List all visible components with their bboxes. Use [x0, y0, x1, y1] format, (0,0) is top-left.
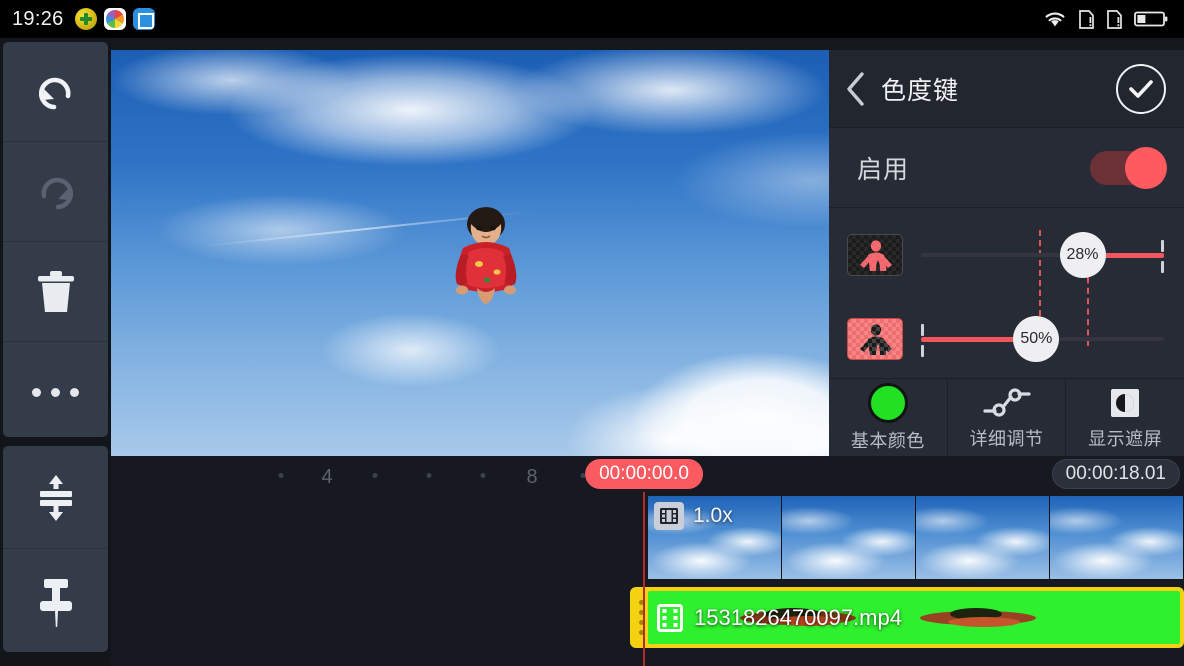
key-level-slider-row: 28%: [829, 222, 1184, 288]
blend-track[interactable]: 50%: [921, 316, 1164, 362]
expand-vertical-icon: [39, 475, 72, 521]
overlay-clip-label: 1531826470097.mp4: [648, 603, 902, 633]
overlay-video-track[interactable]: 1531826470097.mp4: [630, 587, 1184, 648]
timeline-thumbnail: [782, 496, 916, 579]
more-button[interactable]: [3, 342, 108, 437]
trash-icon: [37, 270, 74, 312]
ruler-dot-3: [426, 473, 432, 478]
preview-subject-child: [455, 207, 517, 304]
tool-rail-group-primary: [3, 42, 108, 437]
film-strip-icon: [654, 502, 684, 530]
enable-label: 启用: [857, 155, 910, 184]
apply-button[interactable]: [1116, 63, 1166, 114]
blend-thumb[interactable]: 50%: [1013, 316, 1060, 362]
overlay-clip-filename: 1531826470097.mp4: [694, 604, 902, 630]
wifi-icon: [1045, 12, 1065, 27]
timeline[interactable]: 4 8 00:00:00.0 00:00:18.01 1.0x 15318264…: [111, 456, 1184, 666]
timeline-ruler[interactable]: 4 8 00:00:00.0 00:00:18.01: [111, 456, 1184, 492]
film-strip-glyph-2: [657, 603, 683, 632]
ruler-dot: [278, 473, 284, 478]
toggle-knob: [1125, 146, 1167, 189]
tab-basic-color-label: 基本颜色: [850, 430, 925, 451]
tab-detailed-adjust[interactable]: 详细调节: [948, 379, 1067, 456]
panel-header: 色度键: [829, 50, 1184, 128]
green-plus-app-icon: [74, 8, 97, 30]
timeline-thumbnail: [1050, 496, 1184, 579]
ruler-dot-2: [372, 473, 378, 478]
red-figure-dark-thumbnail[interactable]: [847, 318, 903, 360]
tab-show-mask[interactable]: 显示遮屏: [1066, 379, 1184, 456]
more-dots-icon: [32, 387, 79, 397]
clip-waveform-blob-2: [920, 607, 1036, 627]
tool-rail-group-secondary: [3, 446, 108, 652]
check-icon: [1129, 79, 1153, 98]
battery-icon: [1134, 11, 1168, 27]
redo-icon: [40, 177, 73, 209]
curve-nodes-icon: [982, 387, 1031, 417]
chevron-left-icon[interactable]: [845, 71, 867, 107]
green-color-circle-icon: [867, 382, 908, 423]
slider-end-tick-top: [1161, 240, 1164, 252]
contrast-square-icon: [1111, 388, 1140, 417]
delete-button[interactable]: [3, 242, 108, 342]
panel-tabs: 基本颜色 详细调节 显示遮屏: [829, 378, 1184, 456]
tool-rail: [0, 38, 111, 666]
figure-silhouette-icon-2: [860, 324, 892, 355]
figure-silhouette-icon: [860, 240, 892, 271]
panel-title: 色度键: [881, 76, 960, 105]
tab-detailed-adjust-label: 详细调节: [969, 428, 1044, 449]
chroma-key-panel: 色度键 启用 28% 50% 基本颜色 详细调节 显示遮屏: [829, 50, 1184, 456]
slider-start-tick-bottom: [921, 345, 924, 357]
playhead-line[interactable]: [643, 492, 645, 666]
dark-figure-red-thumbnail[interactable]: [847, 234, 903, 276]
rainbow-color-app-icon: [103, 8, 126, 30]
blue-scan-app-icon: [132, 8, 155, 30]
undo-icon: [38, 77, 71, 109]
expand-tracks-button[interactable]: [3, 446, 108, 549]
enable-toggle[interactable]: [1090, 146, 1167, 189]
playhead-time-badge[interactable]: 00:00:00.0: [585, 459, 703, 489]
total-duration-badge: 00:00:18.01: [1051, 459, 1180, 489]
timeline-thumbnail: [916, 496, 1050, 579]
slider-start-tick-top: [921, 324, 924, 336]
blend-slider-row: 50%: [829, 306, 1184, 372]
system-icons: [1043, 9, 1172, 30]
film-strip-icon-2: [656, 603, 684, 633]
tab-show-mask-label: 显示遮屏: [1088, 428, 1163, 449]
key-level-thumb[interactable]: 28%: [1059, 232, 1106, 278]
ruler-mark-4: 4: [321, 466, 333, 488]
pin-icon: [39, 578, 72, 627]
status-bar: 19:26: [0, 0, 1184, 38]
undo-button[interactable]: [3, 42, 108, 142]
film-strip-glyph: [660, 508, 678, 524]
sim-missing-icon-2: [1107, 9, 1122, 29]
sim-missing-icon: [1079, 9, 1094, 29]
pin-button[interactable]: [3, 549, 108, 652]
speed-label: 1.0x: [693, 504, 733, 527]
speed-badge: 1.0x: [654, 502, 733, 530]
video-preview[interactable]: [111, 50, 829, 456]
status-clock: 19:26: [12, 7, 64, 30]
video-editor-app: 19:26 色度键 启用 28% 50% 基本颜色 详细调节 显示遮屏 4 8 …: [0, 0, 1184, 666]
ruler-mark-8: 8: [526, 466, 538, 488]
background-video-track[interactable]: 1.0x: [648, 496, 1184, 579]
slider-end-tick-bottom: [1161, 261, 1164, 273]
enable-row: 启用: [829, 128, 1184, 208]
key-level-track[interactable]: 28%: [921, 232, 1164, 278]
ruler-dot-4: [480, 473, 486, 478]
redo-button[interactable]: [3, 142, 108, 242]
notification-icons: [74, 8, 155, 30]
slider-section: 28% 50%: [829, 208, 1184, 375]
tab-basic-color[interactable]: 基本颜色: [829, 379, 948, 456]
overlay-clip[interactable]: 1531826470097.mp4: [644, 587, 1184, 648]
